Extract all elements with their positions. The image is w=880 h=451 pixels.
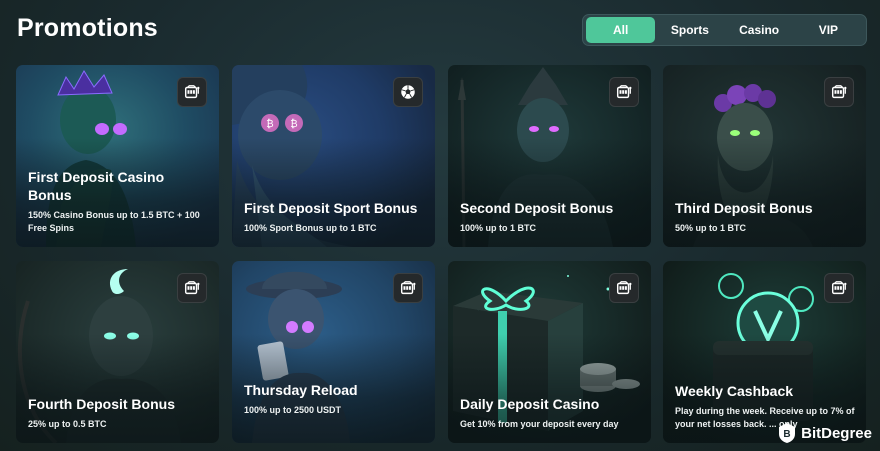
promo-title: First Deposit Casino Bonus (28, 169, 165, 203)
watermark-label: BitDegree (801, 424, 872, 442)
promo-title: Weekly Cashback (675, 383, 794, 399)
promo-description: 100% Sport Bonus up to 1 BTC (244, 223, 377, 233)
promo-title: First Deposit Sport Bonus (244, 200, 418, 216)
slot-machine-icon (609, 77, 639, 107)
promo-title: Third Deposit Bonus (675, 200, 813, 216)
bitdegree-logo-icon: B (779, 423, 796, 443)
slot-machine-icon (393, 273, 423, 303)
promo-card-third-deposit[interactable]: Third Deposit Bonus 50% up to 1 BTC (663, 65, 866, 247)
promo-card-second-deposit[interactable]: Second Deposit Bonus 100% up to 1 BTC (448, 65, 651, 247)
slot-machine-icon (824, 77, 854, 107)
promo-description: 50% up to 1 BTC (675, 223, 747, 233)
slot-machine-icon (609, 273, 639, 303)
svg-text:B: B (784, 429, 791, 440)
promo-card-fourth-deposit[interactable]: Fourth Deposit Bonus 25% up to 0.5 BTC (16, 261, 219, 443)
promo-card-first-deposit-casino[interactable]: First Deposit Casino Bonus 150% Casino B… (16, 65, 219, 247)
promo-title: Daily Deposit Casino (460, 396, 600, 412)
promo-title: Thursday Reload (244, 382, 358, 398)
slot-machine-icon (177, 77, 207, 107)
promo-title: Fourth Deposit Bonus (28, 396, 175, 412)
tab-sports[interactable]: Sports (655, 17, 724, 43)
promo-card-weekly-cashback[interactable]: Weekly Cashback Play during the week. Re… (663, 261, 866, 443)
promo-card-daily-deposit-casino[interactable]: Daily Deposit Casino Get 10% from your d… (448, 261, 651, 443)
promo-description: Get 10% from your deposit every day (460, 419, 619, 429)
promo-description: 100% up to 1 BTC (460, 223, 537, 233)
page-title: Promotions (17, 14, 158, 42)
filter-tabs: All Sports Casino VIP (582, 14, 867, 46)
promo-card-first-deposit-sport[interactable]: ₿ ₿ First Deposit Sport Bonus 100% Sport… (232, 65, 435, 247)
tab-vip[interactable]: VIP (794, 17, 863, 43)
bitdegree-watermark: B BitDegree (777, 421, 872, 445)
tab-all[interactable]: All (586, 17, 656, 43)
promo-card-thursday-reload[interactable]: Thursday Reload 100% up to 2500 USDT (232, 261, 435, 443)
tab-casino[interactable]: Casino (725, 17, 794, 43)
soccer-ball-icon (393, 77, 423, 107)
slot-machine-icon (177, 273, 207, 303)
slot-machine-icon (824, 273, 854, 303)
promo-description: 100% up to 2500 USDT (244, 405, 342, 415)
promo-title: Second Deposit Bonus (460, 200, 614, 216)
promo-description: 150% Casino Bonus up to 1.5 BTC + 100 Fr… (28, 210, 200, 233)
promo-description: 25% up to 0.5 BTC (28, 419, 107, 429)
